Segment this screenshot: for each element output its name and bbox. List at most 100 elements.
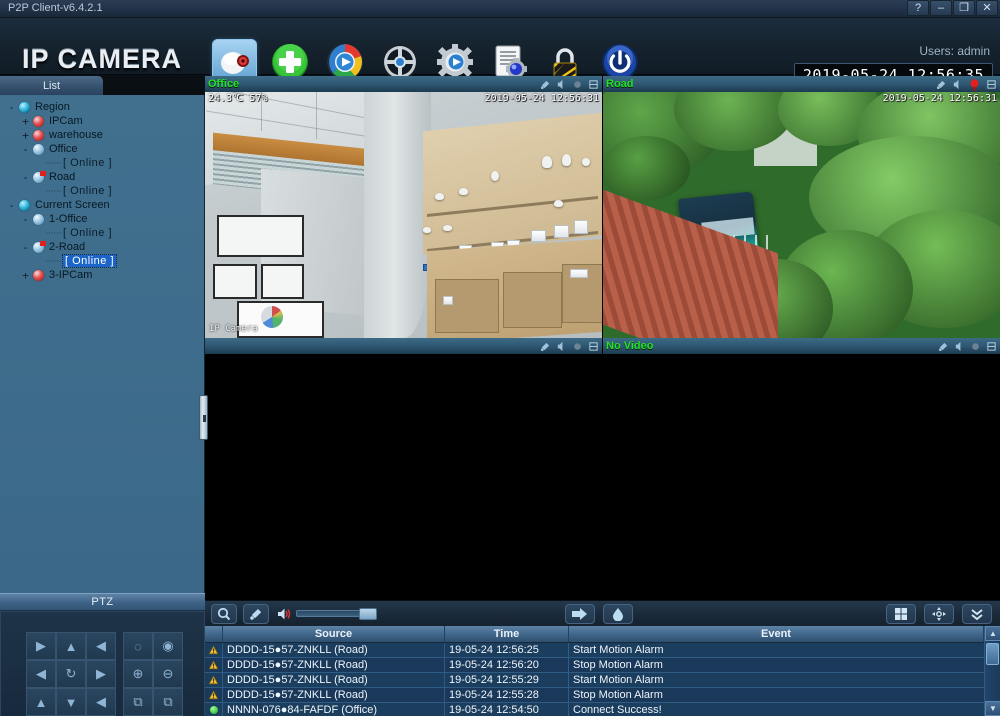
volume-control[interactable] [277,607,377,621]
ptz-header[interactable]: PTZ [0,593,205,611]
tree-node-online[interactable]: ······[ Online ] [0,254,204,268]
collapse-icon[interactable]: - [20,242,31,253]
ptz-right-icon: ▶ [96,666,106,681]
tree-node-3-ipcam[interactable]: +3-IPCam [0,268,204,282]
header-bar: IP CAMERA Users: admin 2019-05-24 12:56:… [0,18,1000,88]
fullscreen-button[interactable] [924,603,954,624]
video-pane-4[interactable]: No Video [603,338,1000,600]
mic-icon[interactable] [540,79,551,90]
collapse-icon[interactable]: - [20,172,31,183]
mic-icon[interactable] [540,341,551,352]
tab-list[interactable]: List [0,76,103,95]
ptz-up-left-button[interactable]: ▶ [26,632,56,660]
record-icon[interactable] [572,79,583,90]
log-col-time[interactable]: Time [445,626,569,642]
focus-far-button[interactable]: ⊖ [153,660,183,688]
ptz-right-button[interactable]: ▶ [86,660,116,688]
ptz-auto-scan-button[interactable]: ↻ [56,660,86,688]
video-pane-2-header: Road [603,76,1000,92]
digital-zoom-button[interactable] [211,603,237,624]
ptz-up-button[interactable]: ▲ [56,632,86,660]
ptz-left-button[interactable]: ◀ [26,660,56,688]
help-button[interactable]: ? [907,0,929,16]
collapse-icon[interactable]: - [6,200,17,211]
speaker-icon[interactable] [954,341,965,352]
video-pane-1-body[interactable]: IP Camera 24.3℃ 57% 2019-05-24 12:56:31 [205,92,602,338]
snapshot-button[interactable] [603,603,633,624]
log-row[interactable]: DDDD-15●57-ZNKLL (Road) 19-05-24 12:56:25… [205,643,1000,658]
tree-node-region[interactable]: - Region [0,100,204,114]
manual-record-button[interactable] [565,603,595,624]
tree-connector: ······ [45,227,62,239]
collapse-icon[interactable]: - [20,144,31,155]
video-pane-4-body[interactable] [603,354,1000,600]
tree-node-warehouse[interactable]: + warehouse [0,128,204,142]
maximize-button[interactable]: ❐ [953,0,975,16]
video-pane-3-body[interactable] [205,354,602,600]
speaker-icon[interactable] [556,79,567,90]
menu-icon[interactable] [588,79,599,90]
tree-node-road[interactable]: - Road [0,170,204,184]
event-log-scrollbar[interactable]: ▲ ▼ [984,626,1000,716]
tree-node-1-office[interactable]: - 1-Office [0,212,204,226]
tree-node-online[interactable]: ······[ Online ] [0,226,204,240]
video-pane-2[interactable]: Road 2019-05-24 12:56:31 [603,76,1000,338]
speaker-icon[interactable] [952,79,963,90]
record-icon[interactable] [968,78,981,91]
log-row[interactable]: DDDD-15●57-ZNKLL (Road) 19-05-24 12:56:20… [205,658,1000,673]
expand-icon[interactable]: + [20,130,31,141]
device-tree-panel[interactable]: - Region + IPCam + warehouse - Office ······[ On… [0,95,205,593]
collapse-icon[interactable]: - [6,102,17,113]
scroll-thumb[interactable] [986,643,999,665]
tree-node-online[interactable]: ······[ Online ] [0,184,204,198]
log-row[interactable]: DDDD-15●57-ZNKLL (Road) 19-05-24 12:55:28… [205,688,1000,703]
menu-icon[interactable] [588,341,599,352]
record-icon[interactable] [970,341,981,352]
tree-node-office[interactable]: - Office [0,142,204,156]
video-pane-2-body[interactable]: 2019-05-24 12:56:31 [603,92,1000,338]
tree-node-ipcam[interactable]: + IPCam [0,114,204,128]
ptz-up-right-button[interactable]: ◀ [86,632,116,660]
video-pane-3[interactable] [205,338,602,600]
zoom-in-button[interactable]: ⧉ [123,688,153,716]
tree-node-current-screen[interactable]: - Current Screen [0,198,204,212]
collapse-icon[interactable]: - [20,214,31,225]
ptz-down-left-button[interactable]: ▲ [26,688,56,716]
log-col-event[interactable]: Event [569,626,984,642]
ptz-up-right-icon: ◀ [96,638,106,653]
menu-icon[interactable] [986,79,997,90]
zoom-out-button[interactable]: ⧉ [153,688,183,716]
close-button[interactable]: ✕ [976,0,998,16]
speaker-icon[interactable] [556,341,567,352]
scroll-down-button[interactable]: ▼ [985,701,1000,716]
tree-node-online[interactable]: ······[ Online ] [0,156,204,170]
video-pane-1[interactable]: Office IP Camera 24.3℃ 57% 2019-05-24 12… [205,76,602,338]
expand-icon[interactable]: + [20,116,31,127]
sidebar-splitter-handle[interactable] [199,395,208,440]
mic-icon[interactable] [936,79,947,90]
node-label: Road [49,171,76,183]
ptz-down-button[interactable]: ▼ [56,688,86,716]
minimize-button[interactable]: – [930,0,952,16]
ptz-down-right-button[interactable]: ◀ [86,688,116,716]
mic-icon[interactable] [938,341,949,352]
tree-node-2-road[interactable]: - 2-Road [0,240,204,254]
scroll-up-button[interactable]: ▲ [985,626,1000,641]
speaker-icon[interactable] [277,607,292,621]
volume-slider-thumb[interactable] [359,608,377,620]
mic-talk-button[interactable] [243,603,269,624]
warning-triangle [209,645,218,655]
more-layouts-button[interactable] [962,603,992,624]
log-row[interactable]: NNNN-076●84-FAFDF (Office) 19-05-24 12:54… [205,703,1000,716]
iris-open-button[interactable]: ◌ [123,632,153,660]
log-row[interactable]: DDDD-15●57-ZNKLL (Road) 19-05-24 12:55:29… [205,673,1000,688]
layout-grid-button[interactable] [886,603,916,624]
volume-slider[interactable] [296,608,377,620]
focus-near-button[interactable]: ⊕ [123,660,153,688]
warning-icon [205,673,223,687]
iris-close-button[interactable]: ◉ [153,632,183,660]
expand-icon[interactable]: + [20,270,31,281]
log-col-source[interactable]: Source [223,626,445,642]
menu-icon[interactable] [986,341,997,352]
record-icon[interactable] [572,341,583,352]
